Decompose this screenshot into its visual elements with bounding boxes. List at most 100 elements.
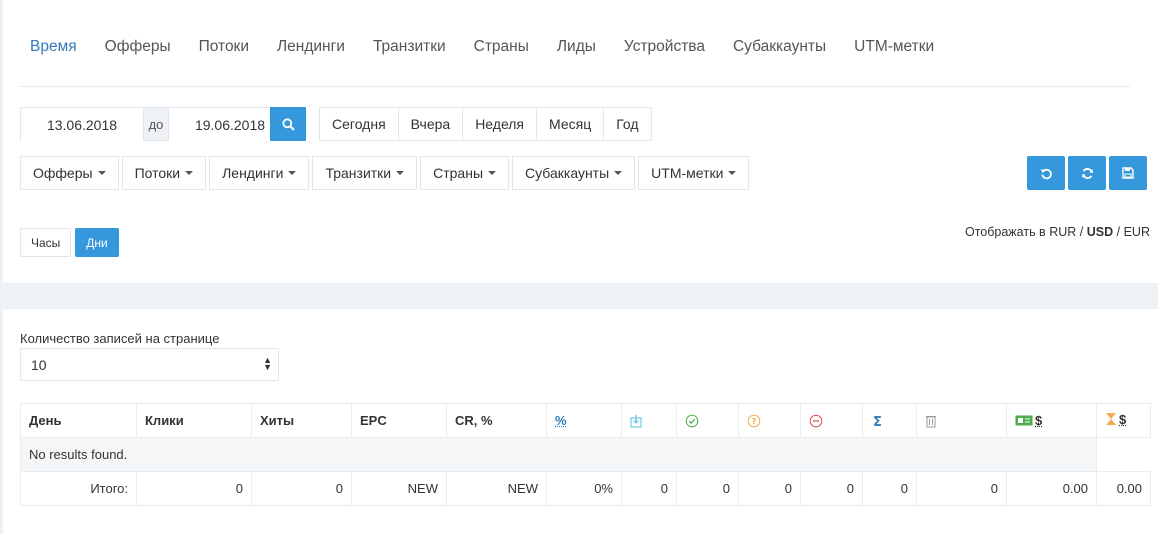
stats-tabs: Время Офферы Потоки Лендинги Транзитки С… <box>30 38 962 56</box>
totals-label: Итого: <box>20 471 137 506</box>
col-pending[interactable]: ? <box>738 403 801 438</box>
currency-prefix: Отображать в <box>964 225 1046 239</box>
caret-down-icon <box>728 171 737 175</box>
period-week-button[interactable]: Неделя <box>462 107 538 141</box>
totals-percent: 0% <box>546 471 622 506</box>
caret-down-icon <box>97 171 106 175</box>
tab-utm[interactable]: UTM-метки <box>854 38 934 56</box>
tab-offers[interactable]: Офферы <box>105 38 171 56</box>
filter-label: Транзитки <box>325 165 392 181</box>
currency-separator: / <box>1079 225 1084 239</box>
filter-dropdowns: Офферы Потоки Лендинги Транзитки Страны … <box>20 156 752 190</box>
caret-down-icon <box>488 171 497 175</box>
page-size-select[interactable]: 10 ▲ ▼ <box>20 348 279 381</box>
period-month-button[interactable]: Месяц <box>536 107 605 141</box>
currency-separator: / <box>1116 225 1121 239</box>
period-buttons: Сегодня Вчера Неделя Месяц Год <box>319 107 652 141</box>
filter-label: Страны <box>433 165 484 181</box>
period-today-button[interactable]: Сегодня <box>319 107 399 141</box>
filter-label: UTM-метки <box>651 165 724 181</box>
col-cr[interactable]: CR, % <box>446 403 547 438</box>
caret-down-icon <box>288 171 297 175</box>
tab-leads[interactable]: Лиды <box>557 38 596 56</box>
reset-button[interactable] <box>1027 156 1065 190</box>
svg-text:Σ: Σ <box>873 415 882 428</box>
svg-text:?: ? <box>752 417 757 426</box>
totals-hits: 0 <box>251 471 352 506</box>
days-button[interactable]: Дни <box>75 228 119 257</box>
col-downloads[interactable] <box>621 403 677 438</box>
tab-subaccounts[interactable]: Субаккаунты <box>733 38 826 56</box>
filter-landings-dropdown[interactable]: Лендинги <box>209 156 310 190</box>
currency-switch: Отображать в RUR / USD / EUR <box>965 225 1150 239</box>
col-trash[interactable] <box>916 403 1007 438</box>
totals-money-hold: 0.00 <box>1096 471 1151 506</box>
save-button[interactable] <box>1109 156 1147 190</box>
col-percent[interactable]: % <box>546 403 622 438</box>
tab-streams[interactable]: Потоки <box>199 38 249 56</box>
currency-rur-link[interactable]: RUR <box>1049 225 1076 239</box>
tab-transits[interactable]: Транзитки <box>373 38 446 56</box>
filter-label: Субаккаунты <box>525 165 610 181</box>
action-buttons <box>1027 156 1147 190</box>
period-year-button[interactable]: Год <box>603 107 652 141</box>
filter-streams-dropdown[interactable]: Потоки <box>121 156 207 190</box>
question-circle-icon: ? <box>747 414 761 427</box>
totals-cr: NEW <box>446 471 547 506</box>
download-icon <box>630 414 642 427</box>
col-rejected[interactable] <box>800 403 863 438</box>
page-size-label: Количество записей на странице <box>20 331 220 346</box>
filter-utm-dropdown[interactable]: UTM-метки <box>638 156 750 190</box>
page-size-value: 10 <box>31 356 47 373</box>
date-separator: до <box>143 108 169 140</box>
filter-label: Офферы <box>33 165 93 181</box>
col-clicks[interactable]: Клики <box>136 403 252 438</box>
period-yesterday-button[interactable]: Вчера <box>397 107 464 141</box>
money-earned-currency: $ <box>1035 412 1043 428</box>
totals-clicks: 0 <box>136 471 252 506</box>
save-icon <box>1122 167 1134 179</box>
table-header: День Клики Хиты EPC CR, % % ? Σ $ $ <box>20 403 1151 438</box>
select-arrows-icon: ▲ ▼ <box>263 355 272 372</box>
caret-down-icon <box>185 171 194 175</box>
search-button[interactable] <box>270 107 306 141</box>
totals-approved: 0 <box>676 471 739 506</box>
col-money-earned[interactable]: $ <box>1006 403 1097 438</box>
tab-devices[interactable]: Устройства <box>624 38 705 56</box>
caret-down-icon <box>614 171 623 175</box>
money-earned-header[interactable]: $ <box>1015 413 1042 428</box>
filter-subaccounts-dropdown[interactable]: Субаккаунты <box>512 156 636 190</box>
hours-button[interactable]: Часы <box>20 228 72 257</box>
col-epc[interactable]: EPC <box>351 403 447 438</box>
totals-epc: NEW <box>351 471 447 506</box>
currency-eur-link[interactable]: EUR <box>1124 225 1150 239</box>
tabs-divider <box>20 86 1130 87</box>
col-day[interactable]: День <box>20 403 137 438</box>
date-from-input[interactable] <box>21 108 143 142</box>
empty-message: No results found. <box>20 437 1097 472</box>
col-money-hold[interactable]: $ <box>1096 403 1151 438</box>
currency-usd-link[interactable]: USD <box>1087 225 1113 239</box>
filter-transits-dropdown[interactable]: Транзитки <box>312 156 418 190</box>
totals-money-earned: 0.00 <box>1006 471 1097 506</box>
sigma-icon: Σ <box>873 415 882 428</box>
caret-down-icon <box>396 171 405 175</box>
trash-icon <box>926 415 936 427</box>
tab-time[interactable]: Время <box>30 38 77 56</box>
totals-pending: 0 <box>738 471 801 506</box>
search-icon <box>281 117 295 131</box>
filter-label: Потоки <box>134 165 181 181</box>
refresh-button[interactable] <box>1068 156 1106 190</box>
filter-countries-dropdown[interactable]: Страны <box>420 156 510 190</box>
filter-offers-dropdown[interactable]: Офферы <box>20 156 119 190</box>
money-hold-header[interactable]: $ <box>1105 412 1126 427</box>
tab-landings[interactable]: Лендинги <box>277 38 345 56</box>
stats-table: День Клики Хиты EPC CR, % % ? Σ $ $ No r… <box>20 403 1151 506</box>
tab-countries[interactable]: Страны <box>474 38 529 56</box>
minus-circle-icon <box>809 414 823 427</box>
col-hits[interactable]: Хиты <box>251 403 352 438</box>
granularity-toggle: Часы Дни <box>20 228 119 257</box>
col-approved[interactable] <box>676 403 739 438</box>
percent-header[interactable]: % <box>555 413 567 428</box>
col-total[interactable]: Σ <box>862 403 917 438</box>
